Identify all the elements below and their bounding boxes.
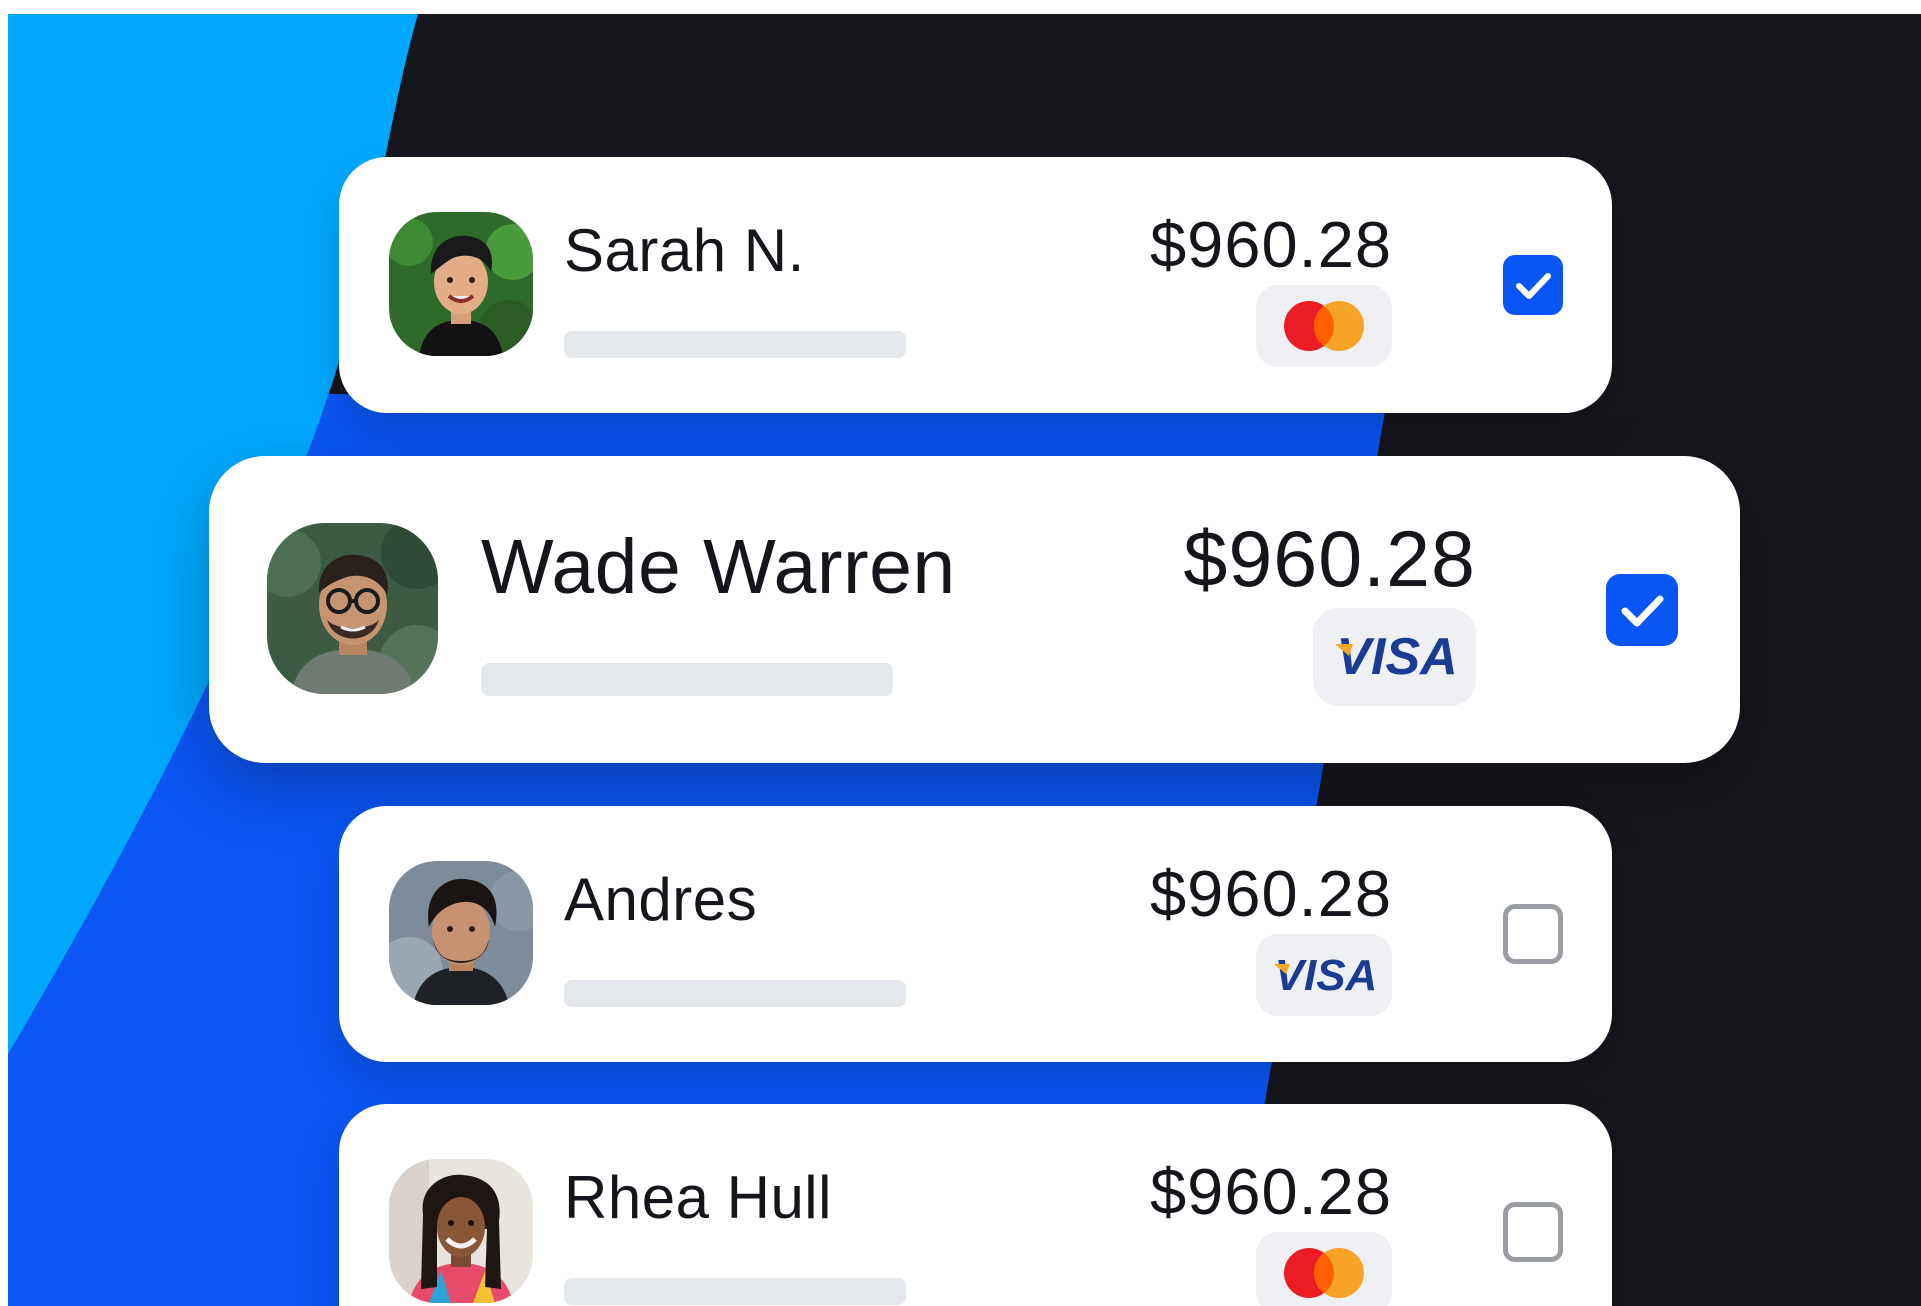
payment-badge	[1256, 1232, 1392, 1306]
transaction-amount: $960.28	[1150, 1155, 1392, 1228]
person-avatar-icon	[267, 523, 438, 694]
payment-badge: VISA	[1313, 608, 1476, 706]
checkmark-icon	[1621, 595, 1664, 627]
visa-icon: VISA	[1274, 951, 1378, 1000]
transaction-amount: $960.28	[1150, 208, 1392, 281]
payment-badge	[1256, 285, 1392, 367]
select-checkbox[interactable]	[1503, 1202, 1563, 1262]
transaction-card[interactable]: Andres $960.28 VISA	[339, 806, 1612, 1062]
select-checkbox[interactable]	[1503, 904, 1563, 964]
checkmark-icon	[1516, 273, 1551, 299]
select-checkbox[interactable]	[1503, 255, 1563, 315]
transaction-amount: $960.28	[1183, 514, 1476, 603]
customer-name: Wade Warren	[481, 524, 956, 610]
customer-name: Sarah N.	[564, 217, 805, 284]
payment-badge: VISA	[1256, 934, 1392, 1016]
customer-name: Rhea Hull	[564, 1164, 832, 1231]
person-avatar-icon	[389, 212, 533, 356]
mastercard-icon	[1284, 301, 1364, 351]
avatar	[389, 861, 533, 1005]
customer-name: Andres	[564, 866, 758, 933]
name-placeholder-bar	[564, 331, 906, 358]
transaction-card[interactable]: Sarah N. $960.28	[339, 157, 1612, 413]
avatar	[267, 523, 438, 694]
avatar	[389, 1159, 533, 1303]
transaction-amount: $960.28	[1150, 857, 1392, 930]
select-checkbox[interactable]	[1606, 574, 1678, 646]
name-placeholder-bar	[564, 1278, 906, 1305]
visa-icon: VISA	[1335, 628, 1458, 686]
svg-text:VISA: VISA	[1275, 951, 1378, 1000]
svg-text:VISA: VISA	[1336, 628, 1457, 686]
person-avatar-icon	[389, 1159, 533, 1303]
person-avatar-icon	[389, 861, 533, 1005]
name-placeholder-bar	[481, 663, 893, 696]
name-placeholder-bar	[564, 980, 906, 1007]
transaction-card-highlighted[interactable]: Wade Warren $960.28 VISA	[209, 456, 1740, 763]
app-canvas: Sarah N. $960.28 Wade Warren $960.28 VIS…	[8, 14, 1921, 1306]
transaction-card[interactable]: Rhea Hull $960.28	[339, 1104, 1612, 1306]
mastercard-icon	[1284, 1248, 1364, 1298]
avatar	[389, 212, 533, 356]
